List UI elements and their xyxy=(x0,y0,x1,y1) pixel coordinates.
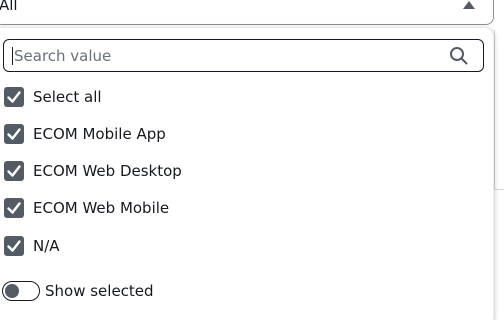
background-panel-edge xyxy=(494,189,504,190)
checkmark-icon xyxy=(7,240,21,252)
search-icon[interactable] xyxy=(449,46,469,66)
option-ecom-web-mobile[interactable]: ECOM Web Mobile xyxy=(4,197,304,219)
background-panel-edge xyxy=(494,30,495,190)
option-ecom-web-desktop[interactable]: ECOM Web Desktop xyxy=(4,160,304,182)
checkbox-checked[interactable] xyxy=(4,87,24,107)
option-select-all[interactable]: Select all xyxy=(4,86,304,108)
option-label: ECOM Web Mobile xyxy=(33,199,170,217)
checkmark-icon xyxy=(7,91,21,103)
checkbox-checked[interactable] xyxy=(4,161,24,181)
show-selected-toggle-row[interactable]: Show selected xyxy=(2,281,302,303)
filter-dropdown: All Select all ECOM Mobile App xyxy=(0,0,504,320)
option-ecom-mobile-app[interactable]: ECOM Mobile App xyxy=(4,123,304,145)
option-label: N/A xyxy=(33,237,60,255)
filter-select-trigger[interactable]: All xyxy=(0,0,494,25)
option-label: ECOM Web Desktop xyxy=(33,162,182,180)
option-label: ECOM Mobile App xyxy=(33,125,166,143)
text-cursor xyxy=(12,47,13,65)
checkmark-icon xyxy=(7,202,21,214)
checkbox-checked[interactable] xyxy=(4,236,24,256)
option-label: Select all xyxy=(33,88,102,106)
select-value: All xyxy=(0,0,18,14)
toggle-knob xyxy=(5,284,19,298)
option-na[interactable]: N/A xyxy=(4,235,304,257)
search-input[interactable] xyxy=(14,45,434,67)
toggle-label: Show selected xyxy=(45,282,154,300)
caret-up-icon xyxy=(463,1,475,9)
checkmark-icon xyxy=(7,128,21,140)
show-selected-toggle[interactable] xyxy=(2,281,40,301)
checkbox-checked[interactable] xyxy=(4,198,24,218)
search-field[interactable] xyxy=(3,39,484,72)
checkbox-checked[interactable] xyxy=(4,124,24,144)
checkmark-icon xyxy=(7,165,21,177)
